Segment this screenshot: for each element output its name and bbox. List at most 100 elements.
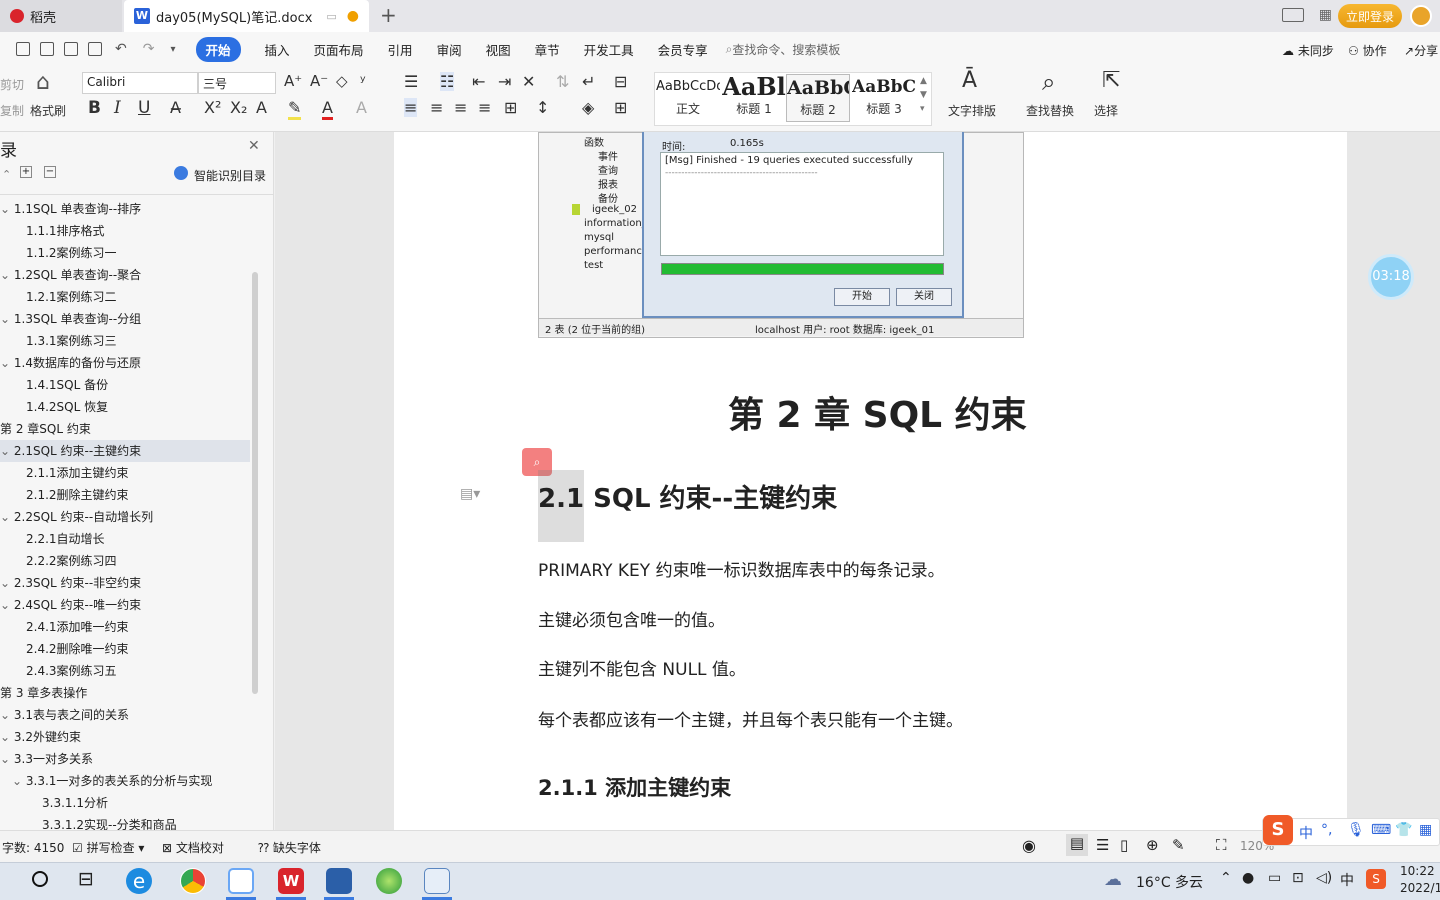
tab-document[interactable]: W day05(MySQL)笔记.docx ▭ ● xyxy=(124,0,369,32)
toc-item[interactable]: ⌄ 1.4数据库的备份与还原 xyxy=(0,352,250,374)
microphone-icon[interactable]: 🎙 xyxy=(1347,822,1365,838)
outdent-icon[interactable]: ⇤ xyxy=(472,72,485,91)
clock[interactable]: 10:22 2022/1 xyxy=(1400,863,1440,897)
toc-item[interactable]: 1.4.2SQL 恢复 xyxy=(0,396,250,418)
toc-item[interactable]: ⌄ 1.2SQL 单表查询--聚合 xyxy=(0,264,250,286)
indent-icon[interactable]: ⇥ xyxy=(498,72,511,91)
clear-format-icon[interactable]: ◇ xyxy=(336,72,348,90)
close-icon[interactable]: ✕ xyxy=(248,138,260,154)
toc-scrollbar[interactable] xyxy=(252,272,258,694)
chevron-down-icon[interactable]: ⌄ xyxy=(0,268,14,282)
remote-desktop-icon[interactable] xyxy=(326,868,352,894)
task-view-icon[interactable]: ⊟ xyxy=(78,868,94,890)
chevron-down-icon[interactable]: ⌄ xyxy=(0,708,14,722)
window-icon[interactable]: ▭ xyxy=(326,10,336,23)
toc-item[interactable]: 2.4.2删除唯一约束 xyxy=(0,638,250,660)
text-layout-icon[interactable]: Ā xyxy=(962,68,977,93)
menu-item-member[interactable]: 会员专享 xyxy=(658,40,708,59)
toc-item[interactable]: ⌄ 3.2外键约束 xyxy=(0,726,250,748)
chevron-down-icon[interactable]: ⌄ xyxy=(12,774,26,788)
style-heading-2[interactable]: AaBbC 标题 2 xyxy=(786,74,850,122)
collapse-icon[interactable]: ⌃ xyxy=(2,168,11,181)
cut-button[interactable]: 剪切 xyxy=(0,76,24,93)
toc-item[interactable]: 1.1.2案例练习一 xyxy=(0,242,250,264)
page-view-icon[interactable]: ▤ xyxy=(1066,834,1088,856)
style-normal[interactable]: AaBbCcDd 正文 xyxy=(656,74,720,122)
menu-item-insert[interactable]: 插入 xyxy=(265,40,290,59)
text-effect-icon[interactable]: A xyxy=(256,98,267,117)
toc-item[interactable]: ⌄ 2.1SQL 约束--主键约束 xyxy=(0,440,250,462)
volume-icon[interactable]: ◁) xyxy=(1316,870,1332,886)
sort-icon[interactable]: ⇅ xyxy=(556,72,569,91)
superscript-icon[interactable]: X² xyxy=(204,98,221,117)
wps-icon[interactable]: W xyxy=(278,868,304,894)
toc-item[interactable]: 1.3.1案例练习三 xyxy=(0,330,250,352)
toc-item[interactable]: ⌄ 2.4SQL 约束--唯一约束 xyxy=(0,594,250,616)
bold-icon[interactable]: B xyxy=(88,98,101,118)
green-app-icon[interactable] xyxy=(376,868,402,894)
highlight-icon[interactable]: ✎ xyxy=(288,98,302,120)
missing-font-button[interactable]: ⁇ 缺失字体 xyxy=(258,839,321,856)
print-icon[interactable] xyxy=(64,42,78,56)
login-button[interactable]: 立即登录 xyxy=(1337,4,1402,28)
format-painter-button[interactable]: 格式刷 xyxy=(30,102,66,119)
toolbox-icon[interactable]: ▦ xyxy=(1419,822,1432,838)
command-search-input[interactable]: 查找命令、搜索模板 xyxy=(732,41,840,58)
weather-text[interactable]: 16°C 多云 xyxy=(1136,872,1203,892)
toc-item[interactable]: 2.1.1添加主键约束 xyxy=(0,462,250,484)
styles-scroll-icon[interactable]: ▲ ▼ ▾ xyxy=(920,74,927,116)
notepad-icon[interactable] xyxy=(424,868,450,894)
tray-chevron-icon[interactable]: ⌃ xyxy=(1220,870,1232,886)
menu-item-review[interactable]: 审阅 xyxy=(437,40,462,59)
menu-item-developer[interactable]: 开发工具 xyxy=(584,40,634,59)
borders-icon[interactable]: ⊞ xyxy=(614,98,627,117)
underline-icon[interactable]: U xyxy=(138,98,150,118)
phonetic-icon[interactable]: ʸ xyxy=(360,72,366,90)
avatar[interactable] xyxy=(1410,5,1432,27)
style-heading-3[interactable]: AaBbC 标题 3 xyxy=(852,74,916,122)
text-layout-button[interactable]: 文字排版 xyxy=(948,102,996,119)
char-border-icon[interactable]: A xyxy=(356,98,367,117)
toc-item[interactable]: 2.4.3案例练习五 xyxy=(0,660,250,682)
ime-lang-toggle[interactable]: 中 xyxy=(1299,823,1313,843)
web-view-icon[interactable]: ⊕ xyxy=(1146,836,1159,854)
toc-item[interactable]: 2.1.2删除主键约束 xyxy=(0,484,250,506)
new-tab-button[interactable]: + xyxy=(380,3,397,27)
chevron-down-icon[interactable]: ⌄ xyxy=(0,510,14,524)
menu-item-start[interactable]: 开始 xyxy=(195,36,241,62)
italic-icon[interactable]: I xyxy=(114,98,121,118)
align-left-icon[interactable]: ≡ xyxy=(404,98,418,117)
show-marks-icon[interactable]: ↵ xyxy=(582,72,595,91)
skin-icon[interactable]: 👕 xyxy=(1395,822,1412,838)
preview-icon[interactable] xyxy=(88,42,102,56)
grid-apps-icon[interactable]: ▦ xyxy=(1319,7,1332,23)
ime-tray-icon[interactable]: 中 xyxy=(1340,870,1354,890)
toc-item[interactable]: ⌄ 3.3一对多关系 xyxy=(0,748,250,770)
toc-item[interactable]: 第 2 章SQL 约束 xyxy=(0,418,250,440)
justify-icon[interactable]: ≡ xyxy=(478,98,491,117)
chinese-layout-icon[interactable]: ✕ xyxy=(522,72,535,91)
toc-item[interactable]: 1.1.1排序格式 xyxy=(0,220,250,242)
bullet-list-icon[interactable]: ☰ xyxy=(404,72,418,91)
sync-status[interactable]: ☁ 未同步 xyxy=(1282,42,1334,59)
chevron-down-icon[interactable]: ⌄ xyxy=(0,312,14,326)
toc-item[interactable]: ⌄ 2.2SQL 约束--自动增长列 xyxy=(0,506,250,528)
save-icon[interactable] xyxy=(16,42,30,56)
toc-item[interactable]: 3.3.1.1分析 xyxy=(0,792,250,814)
eye-protect-icon[interactable]: ◉ xyxy=(1022,836,1036,855)
redo-icon[interactable]: ↷ xyxy=(143,41,155,57)
toc-item[interactable]: 1.4.1SQL 备份 xyxy=(0,374,250,396)
network-icon[interactable]: ⊡ xyxy=(1292,870,1304,886)
chevron-down-icon[interactable]: ⌄ xyxy=(0,356,14,370)
toc-item[interactable]: ⌄ 3.3.1一对多的表关系的分析与实现 xyxy=(0,770,250,792)
shrink-font-icon[interactable]: A⁻ xyxy=(310,72,328,90)
align-right-icon[interactable]: ≡ xyxy=(454,98,467,117)
cursor-icon[interactable]: ⇱ xyxy=(1102,68,1120,93)
toc-item[interactable]: 2.2.1自动增长 xyxy=(0,528,250,550)
toc-item[interactable]: ⌄ 3.1表与表之间的关系 xyxy=(0,704,250,726)
menu-item-page-layout[interactable]: 页面布局 xyxy=(314,40,364,59)
outline-view-icon[interactable]: ☰ xyxy=(1096,836,1109,854)
undo-icon[interactable]: ↶ xyxy=(115,41,127,57)
toc-item[interactable]: 2.2.2案例练习四 xyxy=(0,550,250,572)
collab-button[interactable]: ⚇ 协作 xyxy=(1348,42,1387,59)
